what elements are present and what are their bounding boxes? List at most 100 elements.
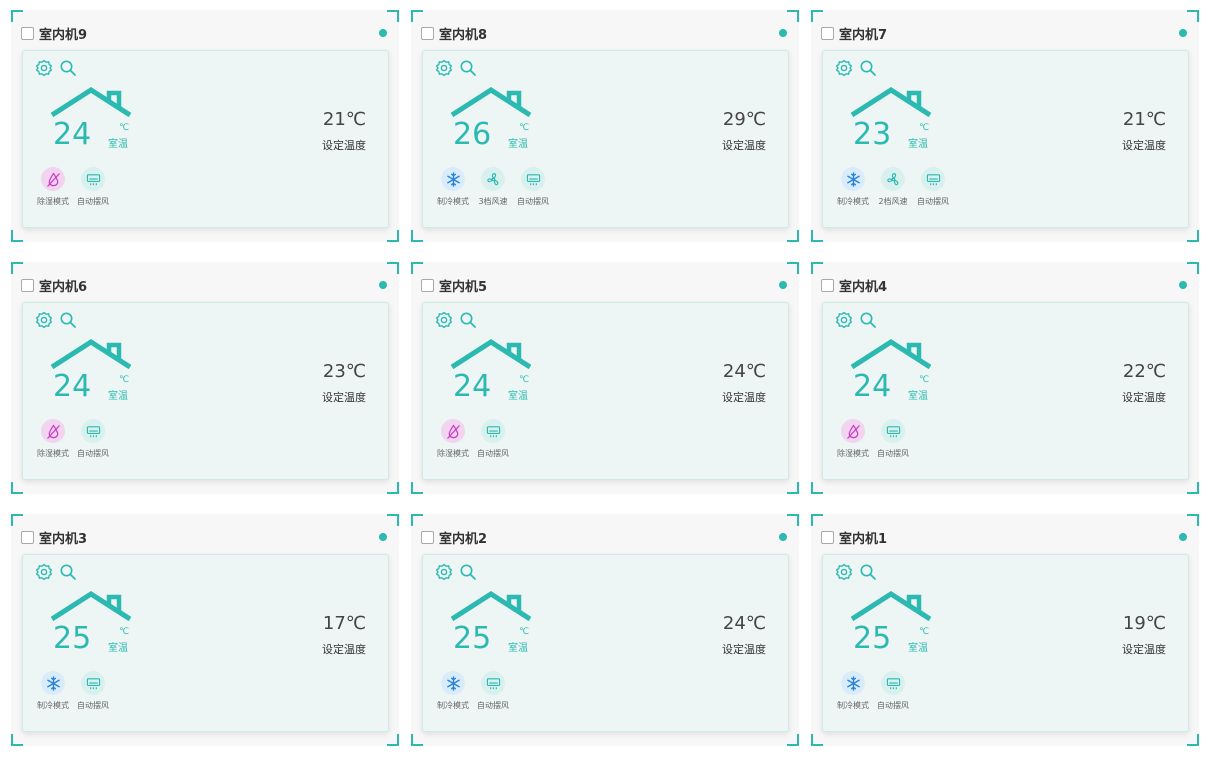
select-checkbox[interactable] xyxy=(421,278,434,292)
mode-label: 自动摆风 xyxy=(77,449,109,458)
unit-card[interactable]: 室内机3 25 ℃ 室温 17℃ 设定温度 制冷模式 自动摆风 xyxy=(11,514,399,746)
corner-mark xyxy=(1187,514,1199,526)
select-checkbox[interactable] xyxy=(21,530,34,544)
unit-name: 室内机8 xyxy=(439,27,488,43)
select-checkbox[interactable] xyxy=(821,278,834,292)
corner-mark xyxy=(387,262,399,274)
unit-card[interactable]: 室内机5 24 ℃ 室温 24℃ 设定温度 除湿模式 自动摆风 xyxy=(411,262,799,494)
gear-icon[interactable] xyxy=(35,563,53,581)
select-checkbox[interactable] xyxy=(21,278,34,292)
search-icon[interactable] xyxy=(859,563,877,581)
corner-mark xyxy=(787,262,799,274)
mode-label: 2档风速 xyxy=(878,197,908,206)
mode-label: 制冷模式 xyxy=(37,701,69,710)
gear-icon[interactable] xyxy=(435,311,453,329)
gear-icon[interactable] xyxy=(35,59,53,77)
gear-icon[interactable] xyxy=(835,563,853,581)
select-checkbox[interactable] xyxy=(421,26,434,40)
dehumidify-icon xyxy=(841,419,865,443)
unit-header: 室内机7 xyxy=(821,24,887,43)
room-temp-unit: ℃ xyxy=(519,123,530,133)
room-temp-label: 室温 xyxy=(108,139,128,150)
search-icon[interactable] xyxy=(459,59,477,77)
room-temp-label: 室温 xyxy=(908,391,928,402)
room-temp-label: 室温 xyxy=(108,643,128,654)
swing-icon xyxy=(81,167,105,191)
snowflake-icon xyxy=(41,671,65,695)
unit-card[interactable]: 室内机6 24 ℃ 室温 23℃ 设定温度 除湿模式 自动摆风 xyxy=(11,262,399,494)
unit-panel: 24 ℃ 室温 22℃ 设定温度 除湿模式 自动摆风 xyxy=(822,302,1189,480)
corner-mark xyxy=(811,262,823,274)
set-temperature: 23℃ xyxy=(322,361,366,382)
house-icon xyxy=(49,87,133,119)
gear-icon[interactable] xyxy=(835,311,853,329)
mode-item: 制冷模式 xyxy=(433,167,473,207)
search-icon[interactable] xyxy=(859,59,877,77)
search-icon[interactable] xyxy=(459,563,477,581)
gear-icon[interactable] xyxy=(435,59,453,77)
room-temp-unit: ℃ xyxy=(119,123,130,133)
corner-mark xyxy=(411,482,423,494)
corner-mark xyxy=(1187,230,1199,242)
unit-header: 室内机3 xyxy=(21,528,87,547)
set-temp-label: 设定温度 xyxy=(1122,643,1166,656)
gear-icon[interactable] xyxy=(835,59,853,77)
corner-mark xyxy=(787,230,799,242)
unit-card[interactable]: 室内机9 24 ℃ 室温 21℃ 设定温度 除湿模式 自动摆风 xyxy=(11,10,399,242)
house-icon xyxy=(449,87,533,119)
search-icon[interactable] xyxy=(59,59,77,77)
search-icon[interactable] xyxy=(59,563,77,581)
mode-list: 制冷模式 自动摆风 xyxy=(433,671,513,711)
gear-icon[interactable] xyxy=(35,311,53,329)
corner-mark xyxy=(387,482,399,494)
dehumidify-icon xyxy=(41,167,65,191)
set-temperature: 21℃ xyxy=(322,109,366,130)
corner-mark xyxy=(1187,734,1199,746)
swing-icon xyxy=(921,167,945,191)
unit-name: 室内机4 xyxy=(839,279,888,295)
select-checkbox[interactable] xyxy=(821,26,834,40)
swing-icon xyxy=(481,419,505,443)
select-checkbox[interactable] xyxy=(421,530,434,544)
room-temperature: 25 xyxy=(453,621,492,656)
corner-mark xyxy=(411,10,423,22)
unit-card[interactable]: 室内机2 25 ℃ 室温 24℃ 设定温度 制冷模式 自动摆风 xyxy=(411,514,799,746)
corner-mark xyxy=(411,230,423,242)
unit-card[interactable]: 室内机8 26 ℃ 室温 29℃ 设定温度 制冷模式 3档风速 自动摆风 xyxy=(411,10,799,242)
mode-item: 制冷模式 xyxy=(433,671,473,711)
unit-card[interactable]: 室内机7 23 ℃ 室温 21℃ 设定温度 制冷模式 2档风速 自动摆风 xyxy=(811,10,1199,242)
unit-panel: 25 ℃ 室温 19℃ 设定温度 制冷模式 自动摆风 xyxy=(822,554,1189,732)
unit-card[interactable]: 室内机1 25 ℃ 室温 19℃ 设定温度 制冷模式 自动摆风 xyxy=(811,514,1199,746)
search-icon[interactable] xyxy=(459,311,477,329)
snowflake-icon xyxy=(841,671,865,695)
select-checkbox[interactable] xyxy=(821,530,834,544)
mode-item: 自动摆风 xyxy=(873,671,913,711)
corner-mark xyxy=(11,230,23,242)
set-temp-label: 设定温度 xyxy=(1122,139,1166,152)
house-icon xyxy=(49,591,133,623)
room-temp-label: 室温 xyxy=(508,643,528,654)
set-temperature: 29℃ xyxy=(722,109,766,130)
select-checkbox[interactable] xyxy=(21,26,34,40)
house-icon xyxy=(849,339,933,371)
set-temp-label: 设定温度 xyxy=(722,139,766,152)
unit-header: 室内机1 xyxy=(821,528,887,547)
unit-panel: 23 ℃ 室温 21℃ 设定温度 制冷模式 2档风速 自动摆风 xyxy=(822,50,1189,228)
search-icon[interactable] xyxy=(859,311,877,329)
mode-item: 自动摆风 xyxy=(513,167,553,207)
corner-mark xyxy=(1187,262,1199,274)
house-icon xyxy=(49,339,133,371)
swing-icon xyxy=(81,419,105,443)
unit-panel: 24 ℃ 室温 24℃ 设定温度 除湿模式 自动摆风 xyxy=(422,302,789,480)
room-temperature: 24 xyxy=(53,117,92,152)
unit-name: 室内机2 xyxy=(439,531,488,547)
search-icon[interactable] xyxy=(59,311,77,329)
mode-item: 除湿模式 xyxy=(833,419,873,459)
corner-mark xyxy=(411,734,423,746)
status-dot xyxy=(779,281,787,289)
mode-item: 自动摆风 xyxy=(73,419,113,459)
gear-icon[interactable] xyxy=(435,563,453,581)
corner-mark xyxy=(387,514,399,526)
unit-name: 室内机6 xyxy=(39,279,88,295)
unit-card[interactable]: 室内机4 24 ℃ 室温 22℃ 设定温度 除湿模式 自动摆风 xyxy=(811,262,1199,494)
